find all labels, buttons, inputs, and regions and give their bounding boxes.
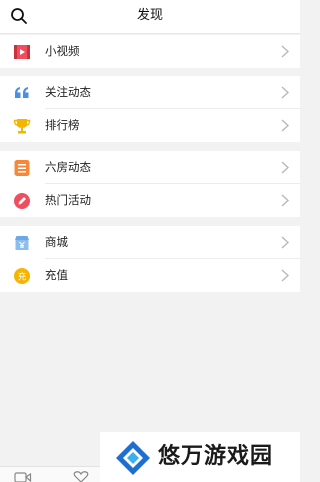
chevron-right-icon: [281, 236, 289, 249]
video-tab-icon[interactable]: [14, 471, 32, 482]
menu-item-label: 六房动态: [45, 160, 91, 174]
menu-group-video: 小视频: [0, 35, 300, 68]
pencil-icon: [14, 193, 30, 209]
menu-item-label: 小视频: [45, 44, 80, 58]
trophy-icon: [13, 119, 31, 134]
chevron-right-icon: [281, 161, 289, 174]
video-play-icon: [14, 45, 30, 59]
chevron-right-icon: [281, 119, 289, 132]
recharge-icon: 充: [14, 268, 30, 284]
chevron-right-icon: [281, 45, 289, 58]
menu-item-label: 排行榜: [45, 118, 80, 132]
watermark-banner: 悠万游戏园: [100, 432, 300, 482]
menu-item-label: 商城: [45, 235, 68, 249]
menu-item-leaderboard[interactable]: 排行榜: [0, 109, 300, 142]
watermark-text: 悠万游戏园: [158, 444, 274, 469]
heart-tab-icon[interactable]: [72, 471, 90, 482]
menu-item-label: 充值: [45, 268, 68, 282]
menu-item-room-feed[interactable]: 六房动态: [0, 151, 300, 184]
chevron-right-icon: [281, 269, 289, 282]
quote-icon: [15, 87, 29, 98]
shop-icon: [15, 236, 29, 250]
menu-item-label: 热门活动: [45, 193, 91, 207]
list-icon: [14, 160, 30, 176]
watermark-logo-icon: [116, 441, 150, 475]
svg-text:充: 充: [17, 271, 26, 283]
menu-item-label: 关注动态: [45, 85, 91, 99]
menu-item-recharge[interactable]: 充 充值: [0, 259, 300, 292]
menu-group-social: 关注动态 排行榜: [0, 76, 300, 142]
menu-item-hot-events[interactable]: 热门活动: [0, 184, 300, 217]
menu-group-store: 商城 充 充值: [0, 226, 300, 292]
menu-item-store[interactable]: 商城: [0, 226, 300, 259]
top-bar: 发现: [0, 0, 300, 34]
page-title: 发现: [136, 8, 163, 23]
chevron-right-icon: [281, 86, 289, 99]
menu-item-short-video[interactable]: 小视频: [0, 35, 300, 68]
menu-group-events: 六房动态 热门活动: [0, 151, 300, 217]
menu-item-following-feed[interactable]: 关注动态: [0, 76, 300, 109]
chevron-right-icon: [281, 194, 289, 207]
